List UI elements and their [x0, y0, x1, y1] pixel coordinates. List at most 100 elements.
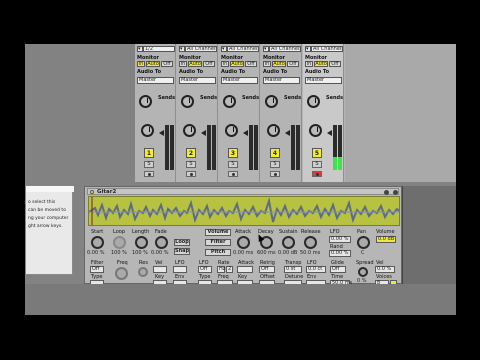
fade-knob[interactable]	[155, 236, 168, 249]
pan-knob[interactable]	[183, 124, 196, 137]
solo-button[interactable]: S	[228, 161, 238, 168]
monitor-auto-button[interactable]: Auto	[146, 61, 160, 67]
snap-button[interactable]: Snap	[174, 248, 190, 255]
audio-to-select[interactable]: Master	[221, 77, 258, 84]
track-activator[interactable]: 2	[186, 148, 196, 158]
monitor-off-button[interactable]: Off	[203, 61, 215, 67]
pan-knob[interactable]	[309, 124, 322, 137]
monitor-off-button[interactable]: Off	[245, 61, 257, 67]
volume-arrow-icon[interactable]	[243, 130, 248, 136]
spread-knob[interactable]	[358, 267, 368, 277]
audio-to-select[interactable]: Master	[305, 77, 342, 84]
rand-amount-field[interactable]: 0.00 %	[329, 250, 351, 257]
length-knob[interactable]	[135, 236, 148, 249]
level-meter	[165, 125, 169, 170]
volume-arrow-icon[interactable]	[159, 130, 164, 136]
monitor-auto-button[interactable]: Auto	[230, 61, 244, 67]
volume-field[interactable]: 0.0 dB	[376, 236, 396, 243]
volume-arrow-icon[interactable]	[201, 130, 206, 136]
fade-value: 0.00 %	[151, 250, 169, 256]
vel-vol-field[interactable]: 0.0 %	[375, 266, 395, 273]
audio-to-label: Audio To	[263, 69, 288, 75]
info-text-line: ng your computer	[28, 216, 69, 221]
send-knob[interactable]	[223, 95, 236, 108]
monitor-in-button[interactable]: In	[263, 61, 271, 67]
monitor-auto-button[interactable]: Auto	[188, 61, 202, 67]
device-fold-icon[interactable]	[393, 190, 398, 195]
loop-button[interactable]: Loop	[174, 239, 190, 246]
solo-button[interactable]: S	[144, 161, 154, 168]
lfo-amount-field[interactable]: 0.00 %	[329, 236, 351, 243]
monitor-in-button[interactable]: In	[179, 61, 187, 67]
rate-value-field[interactable]: 2	[226, 266, 233, 273]
res-knob[interactable]	[138, 267, 148, 277]
monitor-off-button[interactable]: Off	[329, 61, 341, 67]
input-channel-select[interactable]: All Channels	[269, 46, 301, 52]
track-activator[interactable]: 1	[144, 148, 154, 158]
arm-button[interactable]	[312, 171, 322, 177]
input-channel-select[interactable]: All Channels	[311, 46, 343, 52]
start-knob[interactable]	[91, 236, 104, 249]
tab-pitch[interactable]: Pitch	[205, 249, 231, 256]
input-channel-select[interactable]: All Channels	[227, 46, 259, 52]
lfo2-attack-field[interactable]	[237, 266, 253, 273]
monitor-in-button[interactable]: In	[137, 61, 145, 67]
retrig-toggle[interactable]: Off	[259, 266, 275, 273]
pitch-lfo-field[interactable]: 0.0 ct	[306, 266, 326, 273]
input-channel-select[interactable]: 1/2	[143, 46, 175, 52]
send-knob[interactable]	[307, 95, 320, 108]
audio-to-select[interactable]: Master	[137, 77, 174, 84]
monitor-in-button[interactable]: In	[305, 61, 313, 67]
solo-button[interactable]: S	[312, 161, 322, 168]
input-channel-select[interactable]: All Channels	[185, 46, 217, 52]
monitor-off-button[interactable]: Off	[287, 61, 299, 67]
glide-toggle[interactable]: Off	[330, 266, 346, 273]
monitor-in-button[interactable]: In	[221, 61, 229, 67]
rate-hz-field[interactable]: Hz	[217, 266, 225, 273]
arm-button[interactable]	[228, 171, 238, 177]
monitor-auto-button[interactable]: Auto	[272, 61, 286, 67]
monitor-off-button[interactable]: Off	[161, 61, 173, 67]
lfo2-toggle[interactable]: Off	[198, 266, 212, 273]
volume-arrow-icon[interactable]	[327, 130, 332, 136]
pan-knob[interactable]	[267, 124, 280, 137]
track-activator[interactable]: 3	[228, 148, 238, 158]
sustain-knob[interactable]	[282, 236, 295, 249]
filter-toggle[interactable]: Off	[90, 266, 104, 273]
pan-knob[interactable]	[141, 124, 154, 137]
arm-button[interactable]	[270, 171, 280, 177]
audio-to-select[interactable]: Master	[263, 77, 300, 84]
device-save-icon[interactable]	[384, 190, 389, 195]
volume-arrow-icon[interactable]	[285, 130, 290, 136]
send-knob[interactable]	[181, 95, 194, 108]
transp-field[interactable]: 0 st	[284, 266, 302, 273]
arm-button[interactable]	[186, 171, 196, 177]
filter-lfo-field[interactable]	[173, 266, 187, 273]
sample-waveform[interactable]	[88, 196, 400, 226]
tab-filter[interactable]: Filter	[205, 239, 231, 246]
freq-knob[interactable]	[115, 267, 128, 280]
info-view: o select this can be moved to ng your co…	[25, 185, 74, 275]
device-power-icon[interactable]	[90, 190, 94, 194]
solo-button[interactable]: S	[186, 161, 196, 168]
device-title-bar[interactable]: Gitar2	[87, 188, 399, 195]
pan-label: Pan	[357, 229, 367, 235]
audio-to-select[interactable]: Master	[179, 77, 216, 84]
track-activator[interactable]: 5	[312, 148, 322, 158]
pan-knob[interactable]	[225, 124, 238, 137]
loop-knob[interactable]	[113, 236, 126, 249]
filter-vel-field[interactable]	[153, 266, 167, 273]
send-knob[interactable]	[265, 95, 278, 108]
arm-button[interactable]	[144, 171, 154, 177]
track-activator[interactable]: 4	[270, 148, 280, 158]
pan-knob[interactable]	[357, 236, 370, 249]
solo-button[interactable]: S	[270, 161, 280, 168]
send-knob[interactable]	[139, 95, 152, 108]
attack-knob[interactable]	[237, 236, 250, 249]
tab-volume[interactable]: Volume	[205, 229, 231, 236]
release-knob[interactable]	[304, 236, 317, 249]
level-meter	[333, 125, 337, 170]
info-view-header	[26, 186, 74, 192]
monitor-auto-button[interactable]: Auto	[314, 61, 328, 67]
lfo-label: LFO	[330, 229, 340, 235]
